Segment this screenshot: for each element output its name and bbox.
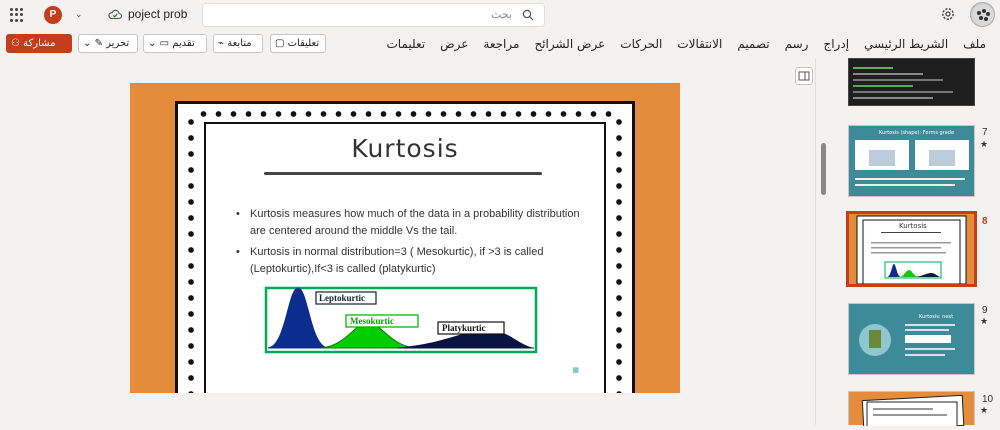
chevron-down-icon: ⌄ [148, 38, 157, 49]
powerpoint-logo-icon[interactable]: P [44, 6, 62, 24]
comments-label: تعليقات [287, 38, 320, 49]
leptokurtic-label: Leptokurtic [319, 293, 365, 303]
tab-review[interactable]: مراجعة [483, 37, 519, 51]
kurtosis-curves-image: Leptokurtic Mesokurtic Platykurtic [226, 282, 581, 372]
thumbnail-number: 9 [982, 305, 988, 316]
animation-star-icon: ★ [980, 406, 989, 416]
tab-home[interactable]: الشريط الرئيسي [864, 37, 948, 51]
avatar[interactable] [970, 2, 995, 27]
thumbnail-number: 8 [982, 216, 988, 227]
tab-insert[interactable]: إدراج [823, 37, 849, 51]
search-box[interactable]: بحث [202, 3, 545, 27]
presentation-icon: ▭ [159, 38, 170, 49]
platykurtic-label: Platykurtic [442, 323, 486, 333]
ribbon: ⚇ مشاركة ⌄ ✎ تحرير ⌄ ▭ تقديم ⌁ متابعة ▢ … [0, 30, 1000, 58]
edit-mode-button[interactable]: ⌄ ✎ تحرير [78, 34, 138, 53]
thumbnail-number: 10 [982, 394, 994, 405]
share-icon: ⚇ [11, 38, 20, 49]
decorative-dots [196, 110, 616, 118]
tab-animations[interactable]: الحركات [620, 37, 662, 51]
share-label: مشاركة [23, 38, 56, 49]
animation-star-icon: ★ [980, 317, 989, 327]
app-launcher-icon[interactable] [10, 8, 24, 22]
slide-thumbnail-8[interactable]: Kurtosis [846, 211, 977, 287]
slide-thumbnail-7[interactable]: Kurtosis (shape): Forms grade [848, 125, 975, 197]
current-slide[interactable]: Kurtosis Kurtosis measures how much of t… [130, 83, 680, 393]
present-label: تقديم [172, 38, 195, 49]
thumbnail-title: Kurtosis (shape): Forms grade [879, 130, 954, 136]
comment-icon: ▢ [275, 38, 285, 49]
present-button[interactable]: ⌄ ▭ تقديم [143, 34, 207, 53]
chevron-down-icon[interactable]: ⌄ [75, 10, 83, 20]
bullet-item: Kurtosis in normal distribution=3 ( Meso… [236, 244, 586, 278]
slide-canvas: Kurtosis Kurtosis measures how much of t… [0, 58, 815, 425]
slide-paper-frame: Kurtosis Kurtosis measures how much of t… [175, 101, 635, 393]
title-underline [264, 172, 542, 175]
tab-help[interactable]: تعليمات [386, 37, 425, 51]
tab-transitions[interactable]: الانتقالات [677, 37, 722, 51]
tab-draw[interactable]: رسم [785, 37, 809, 51]
slide-title[interactable]: Kurtosis [206, 134, 604, 163]
document-title[interactable]: poject prob [128, 7, 187, 21]
image-watermark-icon: ▦ [572, 366, 579, 374]
catch-up-label: متابعة [227, 38, 252, 49]
mesokurtic-label: Mesokurtic [350, 316, 394, 326]
search-placeholder: بحث [491, 8, 512, 21]
kurtosis-image[interactable]: Leptokurtic Mesokurtic Platykurtic ▦ [226, 282, 581, 374]
slide-bullets[interactable]: Kurtosis measures how much of the data i… [236, 206, 586, 282]
bullet-item: Kurtosis measures how much of the data i… [236, 206, 586, 240]
catch-up-button[interactable]: ⌁ متابعة [213, 34, 263, 53]
slide-thumbnail-9[interactable]: Kurtosis: next [848, 303, 975, 375]
animation-star-icon: ★ [980, 140, 989, 150]
search-icon [522, 9, 534, 21]
cloud-saved-icon [108, 9, 122, 20]
thumbnail-number: 7 [982, 127, 988, 138]
comments-button[interactable]: ▢ تعليقات [270, 34, 326, 53]
activity-icon: ⌁ [218, 38, 225, 49]
edit-label: تحرير [106, 38, 130, 49]
top-bar: P ⌄ poject prob بحث [0, 0, 1000, 30]
tab-design[interactable]: تصميم [737, 37, 769, 51]
share-button[interactable]: ⚇ مشاركة [6, 34, 72, 53]
pencil-icon: ✎ [94, 38, 103, 49]
decorative-dots [188, 114, 194, 393]
thumbnail-title: Kurtosis [899, 222, 927, 230]
chevron-down-icon: ⌄ [83, 38, 92, 49]
decorative-dots [616, 114, 622, 393]
tab-slideshow[interactable]: عرض الشرائح [534, 37, 605, 51]
collapse-panel-icon[interactable] [795, 67, 813, 85]
thumbnail-scrollbar[interactable] [821, 143, 826, 195]
gear-icon[interactable] [940, 6, 956, 22]
ribbon-tabs: ملف الشريط الرئيسي إدراج رسم تصميم الانت… [386, 37, 986, 51]
slide-thumbnail-6[interactable] [848, 58, 975, 106]
slide-inner-frame: Kurtosis Kurtosis measures how much of t… [204, 122, 606, 393]
tab-view[interactable]: عرض [440, 37, 468, 51]
thumbnail-title: Kurtosis: next [919, 314, 953, 320]
slide-thumbnail-10[interactable] [848, 391, 975, 430]
tab-file[interactable]: ملف [963, 37, 986, 51]
